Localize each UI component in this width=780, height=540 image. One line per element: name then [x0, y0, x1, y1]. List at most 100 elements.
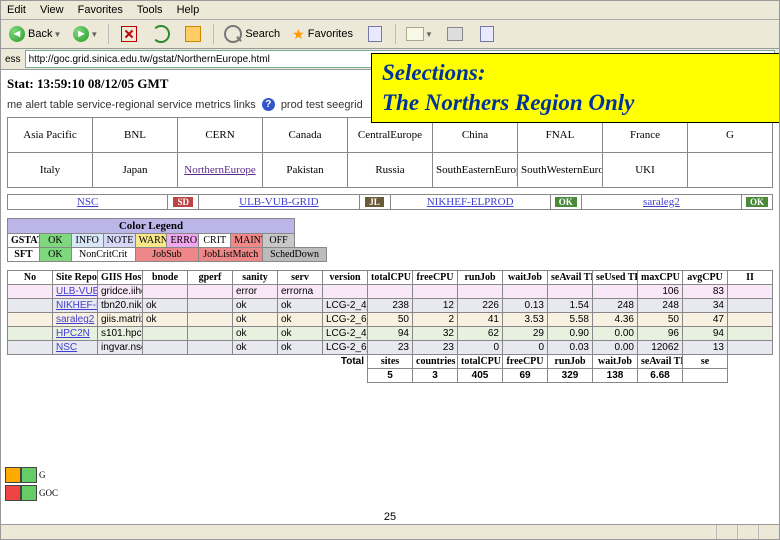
address-label: ess [5, 54, 21, 65]
col-header[interactable]: maxCPU [638, 271, 683, 285]
region-cell[interactable]: Italy [8, 153, 93, 188]
site-cell[interactable]: NIKHEF-ELPROD [390, 195, 550, 210]
swatch-orange [5, 467, 21, 483]
region-cell[interactable]: CERN [178, 118, 263, 153]
table-row[interactable]: saraleg2giis.matrix.sara.nlokokokLCG-2_6… [8, 313, 773, 327]
col-header[interactable]: runJob [458, 271, 503, 285]
back-button[interactable]: ◄ Back ▼ [5, 23, 65, 45]
col-header[interactable]: totalCPU [368, 271, 413, 285]
col-header[interactable]: seAvail TB [548, 271, 593, 285]
toolbar-sep3 [395, 24, 396, 44]
col-header[interactable]: GIIS Host [98, 271, 143, 285]
region-cell[interactable]: Canada [263, 118, 348, 153]
site-reports-table: NoSite ReportsGIIS Hostbnodegperfsanitys… [7, 270, 773, 383]
refresh-button[interactable] [147, 23, 175, 45]
legend-title: Color Legend [8, 219, 295, 234]
browser-window: Edit View Favorites Tools Help ◄ Back ▼ … [0, 0, 780, 540]
region-cell[interactable]: SouthEasternEurope [433, 153, 518, 188]
mail-dropdown-icon[interactable]: ▼ [425, 30, 433, 39]
table-row[interactable]: ULB-VUB-GRIDgridce.iihe.ac.beerrorerrorn… [8, 285, 773, 299]
toolbar-sep2 [213, 24, 214, 44]
favorites-star-icon: ★ [292, 26, 305, 43]
site-badge-row: NSCSDULB-VUB-GRIDJLNIKHEF-ELPRODOKsarale… [7, 194, 773, 210]
col-header[interactable]: No [8, 271, 53, 285]
region-cell[interactable] [688, 153, 773, 188]
help-icon[interactable]: ? [262, 98, 275, 111]
region-cell[interactable]: SouthWesternEurope [518, 153, 603, 188]
site-badge: OK [550, 195, 581, 210]
toolbar-sep [108, 24, 109, 44]
status-cell-1 [716, 525, 737, 539]
status-cell-2 [737, 525, 758, 539]
menu-tools[interactable]: Tools [137, 4, 163, 16]
region-cell[interactable]: Pakistan [263, 153, 348, 188]
table-row[interactable]: NSCingvar.nsc.liu.seokokLCG-2_6_02323000… [8, 341, 773, 355]
nav-links-extra[interactable]: prod test seegrid [281, 99, 363, 111]
back-arrow-icon: ◄ [9, 26, 25, 42]
home-button[interactable] [179, 23, 207, 45]
region-table: Asia PacificBNLCERNCanadaCentralEuropeCh… [7, 117, 773, 188]
site-cell[interactable]: saraleg2 [581, 195, 741, 210]
col-header[interactable]: Site Reports [53, 271, 98, 285]
color-legend: Color Legend GSTATOKINFONOTEWARNERRORCRI… [7, 218, 327, 262]
site-cell[interactable]: ULB-VUB-GRID [199, 195, 359, 210]
doc-button[interactable] [473, 23, 501, 45]
col-header[interactable]: waitJob [503, 271, 548, 285]
annotation-overlay: Selections: The Northers Region Only [371, 53, 780, 123]
region-cell[interactable]: NorthernEurope [178, 153, 263, 188]
col-header[interactable]: serv [278, 271, 323, 285]
legend-swatches: G GOC [5, 467, 58, 501]
status-cell-3 [758, 525, 779, 539]
search-icon [224, 25, 242, 43]
toolbar: ◄ Back ▼ ► ▼ Search ★ Favorites ▼ [1, 20, 779, 49]
menu-help[interactable]: Help [177, 4, 200, 16]
menu-bar: Edit View Favorites Tools Help [1, 1, 779, 20]
forward-button[interactable]: ► ▼ [69, 23, 102, 45]
region-cell[interactable]: UKI [603, 153, 688, 188]
swatch-green2 [21, 485, 37, 501]
overlay-line1: Selections: [382, 58, 780, 88]
history-icon [368, 26, 382, 42]
col-header[interactable]: gperf [188, 271, 233, 285]
region-cell[interactable]: Japan [93, 153, 178, 188]
site-badge: SD [168, 195, 199, 210]
region-cell[interactable]: Asia Pacific [8, 118, 93, 153]
menu-favorites[interactable]: Favorites [78, 4, 123, 16]
table-row[interactable]: HPC2Ns101.hpc2n.umu.seokokLCG-2_4_094326… [8, 327, 773, 341]
table-row[interactable]: NIKHEF-ELPRODtbn20.nikhef.nlokokokLCG-2_… [8, 299, 773, 313]
home-icon [185, 26, 201, 42]
stop-button[interactable] [115, 23, 143, 45]
mail-icon [406, 27, 424, 41]
col-header[interactable]: sanity [233, 271, 278, 285]
site-badge: JL [359, 195, 390, 210]
history-button[interactable] [361, 23, 389, 45]
back-label: Back [28, 28, 52, 40]
col-header[interactable]: seUsed TB [593, 271, 638, 285]
search-button[interactable]: Search [220, 23, 284, 45]
col-header[interactable]: II [728, 271, 773, 285]
menu-edit[interactable]: Edit [7, 4, 26, 16]
doc-icon [480, 26, 494, 42]
nav-links-text[interactable]: me alert table service-regional service … [7, 99, 256, 111]
site-cell[interactable]: NSC [8, 195, 168, 210]
site-badge: OK [742, 195, 773, 210]
back-dropdown-icon[interactable]: ▼ [53, 30, 61, 39]
region-cell[interactable]: Russia [348, 153, 433, 188]
region-cell[interactable]: BNL [93, 118, 178, 153]
print-button[interactable] [441, 23, 469, 45]
favorites-button[interactable]: ★ Favorites [288, 23, 357, 45]
refresh-icon [152, 25, 170, 43]
search-label: Search [245, 28, 280, 40]
col-header[interactable]: freeCPU [413, 271, 458, 285]
forward-arrow-icon: ► [73, 26, 89, 42]
swatch-green [21, 467, 37, 483]
col-header[interactable]: bnode [143, 271, 188, 285]
swatch-red [5, 485, 21, 501]
menu-view[interactable]: View [40, 4, 64, 16]
stop-icon [121, 26, 137, 42]
fwd-dropdown-icon[interactable]: ▼ [90, 30, 98, 39]
mail-button[interactable]: ▼ [402, 23, 437, 45]
col-header[interactable]: version [323, 271, 368, 285]
col-header[interactable]: avgCPU [683, 271, 728, 285]
overlay-line2: The Northers Region Only [382, 88, 780, 118]
